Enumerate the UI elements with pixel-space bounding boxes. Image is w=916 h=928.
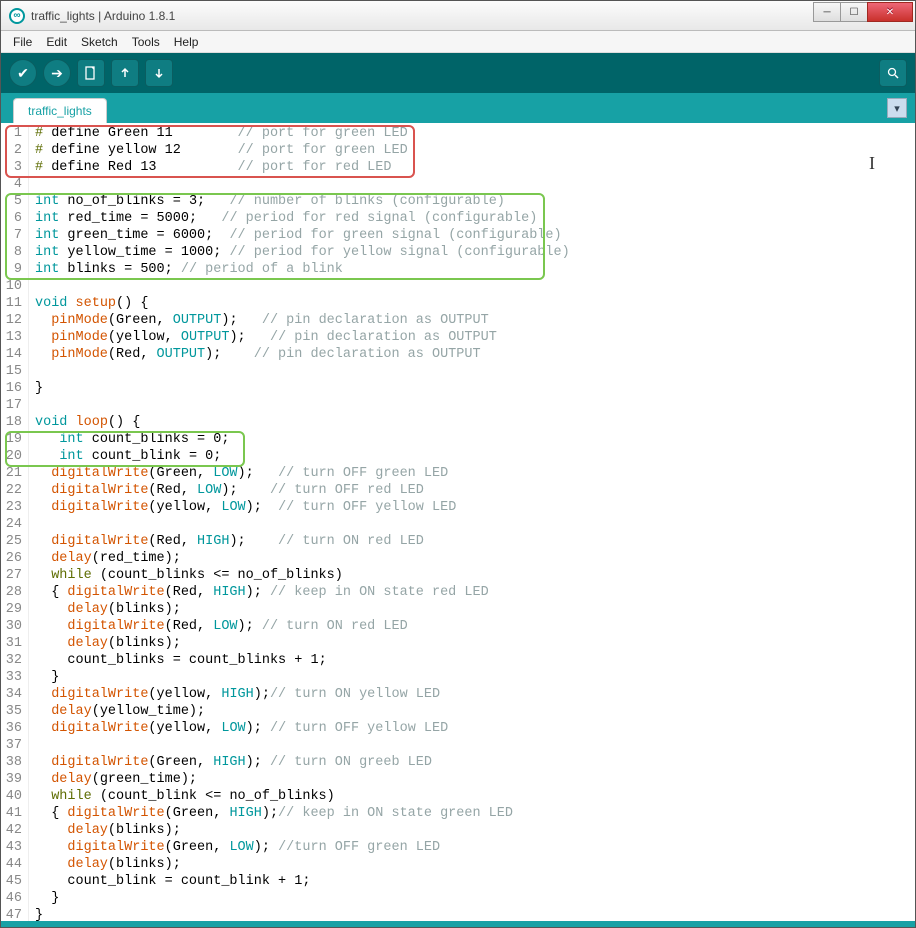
- code-line[interactable]: }: [35, 907, 915, 921]
- minimize-button[interactable]: ─: [813, 2, 841, 22]
- verify-button[interactable]: ✔: [9, 59, 37, 87]
- code-line[interactable]: int red_time = 5000; // period for red s…: [35, 210, 915, 227]
- code-line[interactable]: }: [35, 890, 915, 907]
- code-line[interactable]: delay(yellow_time);: [35, 703, 915, 720]
- code-line[interactable]: digitalWrite(Red, LOW); // turn OFF red …: [35, 482, 915, 499]
- code-line[interactable]: digitalWrite(Red, LOW); // turn ON red L…: [35, 618, 915, 635]
- menu-bar: File Edit Sketch Tools Help: [1, 31, 915, 53]
- code-content[interactable]: I # define Green 11 // port for green LE…: [29, 125, 915, 921]
- code-line[interactable]: # define Green 11 // port for green LED: [35, 125, 915, 142]
- menu-tools[interactable]: Tools: [126, 33, 166, 51]
- code-line[interactable]: delay(blinks);: [35, 822, 915, 839]
- code-line[interactable]: int no_of_blinks = 3; // number of blink…: [35, 193, 915, 210]
- code-line[interactable]: digitalWrite(yellow, LOW); // turn OFF y…: [35, 499, 915, 516]
- code-line[interactable]: { digitalWrite(Green, HIGH);// keep in O…: [35, 805, 915, 822]
- tab-bar: traffic_lights ▾: [1, 93, 915, 123]
- code-line[interactable]: # define Red 13 // port for red LED: [35, 159, 915, 176]
- code-line[interactable]: delay(blinks);: [35, 856, 915, 873]
- new-sketch-button[interactable]: [77, 59, 105, 87]
- code-line[interactable]: digitalWrite(Green, LOW); //turn OFF gre…: [35, 839, 915, 856]
- window-controls: ─ ☐ ✕: [814, 2, 913, 22]
- code-line[interactable]: count_blink = count_blink + 1;: [35, 873, 915, 890]
- code-line[interactable]: pinMode(yellow, OUTPUT); // pin declarat…: [35, 329, 915, 346]
- line-number-gutter: 1234567891011121314151617181920212223242…: [1, 125, 29, 921]
- close-button[interactable]: ✕: [867, 2, 913, 22]
- save-sketch-button[interactable]: [145, 59, 173, 87]
- code-line[interactable]: [35, 278, 915, 295]
- menu-sketch[interactable]: Sketch: [75, 33, 124, 51]
- code-line[interactable]: # define yellow 12 // port for green LED: [35, 142, 915, 159]
- code-line[interactable]: { digitalWrite(Red, HIGH); // keep in ON…: [35, 584, 915, 601]
- code-line[interactable]: int count_blinks = 0;: [35, 431, 915, 448]
- code-line[interactable]: [35, 516, 915, 533]
- code-line[interactable]: digitalWrite(Green, LOW); // turn OFF gr…: [35, 465, 915, 482]
- status-bar: [1, 921, 915, 927]
- code-line[interactable]: [35, 176, 915, 193]
- code-line[interactable]: while (count_blink <= no_of_blinks): [35, 788, 915, 805]
- code-line[interactable]: delay(blinks);: [35, 635, 915, 652]
- code-line[interactable]: pinMode(Red, OUTPUT); // pin declaration…: [35, 346, 915, 363]
- arduino-app-icon: [9, 8, 25, 24]
- code-line[interactable]: digitalWrite(yellow, HIGH);// turn ON ye…: [35, 686, 915, 703]
- window-titlebar: traffic_lights | Arduino 1.8.1 ─ ☐ ✕: [1, 1, 915, 31]
- serial-monitor-button[interactable]: [879, 59, 907, 87]
- code-line[interactable]: [35, 397, 915, 414]
- code-line[interactable]: int green_time = 6000; // period for gre…: [35, 227, 915, 244]
- upload-button[interactable]: ➔: [43, 59, 71, 87]
- code-line[interactable]: void setup() {: [35, 295, 915, 312]
- menu-edit[interactable]: Edit: [40, 33, 73, 51]
- maximize-button[interactable]: ☐: [840, 2, 868, 22]
- code-line[interactable]: int blinks = 500; // period of a blink: [35, 261, 915, 278]
- code-line[interactable]: [35, 363, 915, 380]
- window-title: traffic_lights | Arduino 1.8.1: [31, 9, 814, 23]
- code-line[interactable]: count_blinks = count_blinks + 1;: [35, 652, 915, 669]
- tab-traffic-lights[interactable]: traffic_lights: [13, 98, 107, 123]
- code-line[interactable]: delay(green_time);: [35, 771, 915, 788]
- code-line[interactable]: pinMode(Green, OUTPUT); // pin declarati…: [35, 312, 915, 329]
- code-line[interactable]: digitalWrite(Red, HIGH); // turn ON red …: [35, 533, 915, 550]
- code-line[interactable]: int yellow_time = 1000; // period for ye…: [35, 244, 915, 261]
- code-line[interactable]: }: [35, 669, 915, 686]
- code-line[interactable]: delay(blinks);: [35, 601, 915, 618]
- code-line[interactable]: }: [35, 380, 915, 397]
- code-line[interactable]: delay(red_time);: [35, 550, 915, 567]
- code-line[interactable]: void loop() {: [35, 414, 915, 431]
- tab-dropdown-button[interactable]: ▾: [887, 98, 907, 118]
- toolbar: ✔ ➔: [1, 53, 915, 93]
- code-line[interactable]: while (count_blinks <= no_of_blinks): [35, 567, 915, 584]
- open-sketch-button[interactable]: [111, 59, 139, 87]
- code-line[interactable]: digitalWrite(yellow, LOW); // turn OFF y…: [35, 720, 915, 737]
- code-editor[interactable]: 1234567891011121314151617181920212223242…: [1, 123, 915, 921]
- text-cursor-icon: I: [869, 155, 875, 172]
- code-line[interactable]: int count_blink = 0;: [35, 448, 915, 465]
- code-line[interactable]: digitalWrite(Green, HIGH); // turn ON gr…: [35, 754, 915, 771]
- menu-help[interactable]: Help: [168, 33, 205, 51]
- menu-file[interactable]: File: [7, 33, 38, 51]
- code-line[interactable]: [35, 737, 915, 754]
